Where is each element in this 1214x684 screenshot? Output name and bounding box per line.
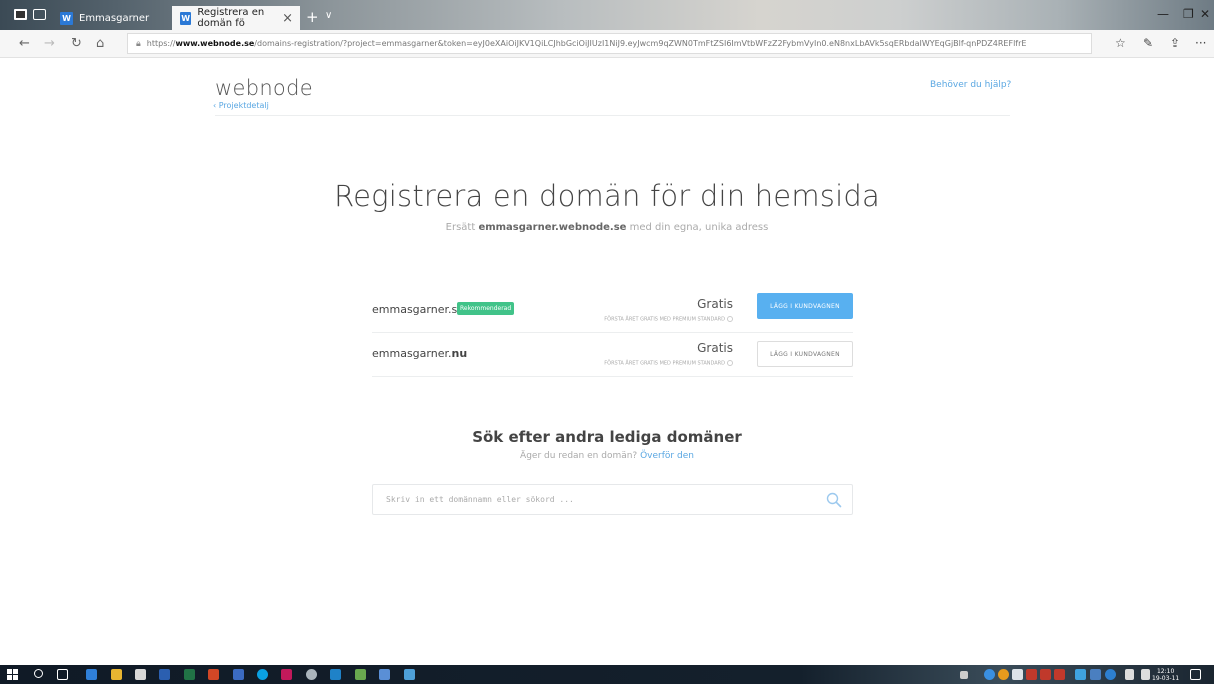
calculator-icon[interactable] <box>379 669 390 680</box>
favorites-star-icon[interactable]: ☆ <box>1115 36 1126 50</box>
clock-time: 12:10 <box>1156 668 1175 675</box>
recommended-badge: Rekommenderad <box>457 302 515 315</box>
tray-app-icon[interactable] <box>998 669 1009 680</box>
chevron-down-icon[interactable]: ∨ <box>325 10 332 21</box>
tab-label: Emmasgarner <box>79 12 150 24</box>
url-domain: www.webnode.se <box>175 39 255 48</box>
url-prefix: https:// <box>146 39 176 48</box>
set-tabs-aside-icon[interactable] <box>33 9 46 20</box>
webnode-favicon-icon: W <box>180 11 192 25</box>
tray-app-icon[interactable] <box>984 669 995 680</box>
help-link[interactable]: Behöver du hjälp? <box>930 80 1011 90</box>
url-path: /domains-registration/?project=emmasgarn… <box>254 39 1027 48</box>
price-note: FÖRSTA ÅRET GRATIS MED PREMIUM STANDARD <box>604 316 733 323</box>
minimize-window-icon[interactable]: — <box>1157 7 1169 21</box>
domain-price: Gratis <box>697 341 733 355</box>
edge-browser-icon[interactable] <box>86 669 97 680</box>
windows-start-icon[interactable] <box>7 669 18 680</box>
home-icon[interactable]: ⌂ <box>96 36 104 51</box>
pen-notes-icon[interactable]: ✎ <box>1143 36 1153 50</box>
notepad-icon[interactable] <box>355 669 366 680</box>
price-note-text: FÖRSTA ÅRET GRATIS MED PREMIUM STANDARD <box>604 360 725 367</box>
maximize-window-icon[interactable]: ❐ <box>1183 7 1194 21</box>
close-window-icon[interactable]: ✕ <box>1200 7 1210 21</box>
powerpoint-icon[interactable] <box>208 669 219 680</box>
search-subtitle: Äger du redan en domän? Överför den <box>0 451 1214 461</box>
domain-search-box <box>372 484 853 515</box>
cloud-icon[interactable] <box>1012 669 1023 680</box>
tray-app-icon[interactable] <box>1075 669 1086 680</box>
search-icon[interactable] <box>826 492 842 508</box>
share-icon[interactable]: ⇪ <box>1170 36 1180 50</box>
action-center-icon[interactable] <box>1190 669 1201 680</box>
tab-registrera-domain[interactable]: W Registrera en domän fö × <box>172 6 300 30</box>
store-icon[interactable] <box>135 669 146 680</box>
price-note-text: FÖRSTA ÅRET GRATIS MED PREMIUM STANDARD <box>604 316 725 323</box>
domain-row: emmasgarner.nu Gratis FÖRSTA ÅRET GRATIS… <box>372 333 853 377</box>
app-icon[interactable] <box>306 669 317 680</box>
tray-app-icon[interactable] <box>1040 669 1051 680</box>
tab-emmasgarner[interactable]: W Emmasgarner <box>52 6 169 30</box>
acrobat-icon[interactable] <box>281 669 292 680</box>
subtitle-text: Ersätt <box>445 222 479 233</box>
info-icon[interactable] <box>727 316 733 322</box>
file-explorer-icon[interactable] <box>111 669 122 680</box>
tab-actions-icon[interactable] <box>14 9 27 20</box>
transfer-domain-link[interactable]: Överför den <box>640 451 694 461</box>
excel-icon[interactable] <box>184 669 195 680</box>
webnode-logo[interactable]: webnode <box>215 76 313 100</box>
back-to-project-link[interactable]: ‹ Projektdetalj <box>213 101 269 110</box>
windows-taskbar: 12:10 19-03-11 <box>0 665 1214 684</box>
close-tab-icon[interactable]: × <box>282 11 293 26</box>
back-icon[interactable]: ← <box>19 36 30 51</box>
volume-icon[interactable] <box>1141 669 1150 680</box>
domain-row: emmasgarner.se Rekommenderad Gratis FÖRS… <box>372 289 853 333</box>
add-to-cart-button[interactable]: LÄGG I KUNDVAGNEN <box>757 293 853 319</box>
more-icon[interactable]: ··· <box>1195 36 1206 50</box>
taskbar-clock[interactable]: 12:10 19-03-11 <box>1152 668 1179 682</box>
address-bar: ← → ↻ ⌂ 🔒︎ https://www.webnode.se/domain… <box>0 30 1214 58</box>
tray-app-icon[interactable] <box>1054 669 1065 680</box>
domain-name-base: emmasgarner. <box>372 347 452 360</box>
media-player-icon[interactable] <box>330 669 341 680</box>
bluetooth-icon[interactable] <box>1105 669 1116 680</box>
info-icon[interactable] <box>727 360 733 366</box>
header-divider <box>215 115 1010 116</box>
browser-tab-strip: W Emmasgarner W Registrera en domän fö ×… <box>0 0 1214 30</box>
domain-price: Gratis <box>697 297 733 311</box>
domain-tld: nu <box>451 347 468 360</box>
domain-name: emmasgarner.nu <box>372 347 467 360</box>
current-domain: emmasgarner.webnode.se <box>478 222 627 233</box>
search-subtitle-text: Äger du redan en domän? <box>520 451 638 461</box>
search-icon[interactable] <box>34 669 43 678</box>
domain-search-input[interactable] <box>373 485 813 514</box>
tray-app-icon[interactable] <box>1090 669 1101 680</box>
price-note: FÖRSTA ÅRET GRATIS MED PREMIUM STANDARD <box>604 360 733 367</box>
forward-icon[interactable]: → <box>44 36 55 51</box>
add-to-cart-button[interactable]: LÄGG I KUNDVAGNEN <box>757 341 853 367</box>
refresh-icon[interactable]: ↻ <box>71 36 82 51</box>
subtitle-text: med din egna, unika adress <box>626 222 769 233</box>
page-title: Registrera en domän för din hemsida <box>334 179 880 213</box>
webnode-favicon-icon: W <box>60 11 73 25</box>
lock-icon: 🔒︎ <box>136 38 141 49</box>
new-tab-icon[interactable]: + <box>306 8 319 26</box>
page-subtitle: Ersätt emmasgarner.webnode.se med din eg… <box>0 222 1214 233</box>
search-heading: Sök efter andra lediga domäner <box>472 428 742 446</box>
photos-icon[interactable] <box>404 669 415 680</box>
url-field[interactable]: 🔒︎ https://www.webnode.se/domains-regist… <box>127 33 1092 54</box>
task-view-icon[interactable] <box>57 669 68 680</box>
clock-date: 19-03-11 <box>1152 675 1180 682</box>
tray-app-icon[interactable] <box>1026 669 1037 680</box>
people-icon[interactable] <box>960 671 968 679</box>
network-icon[interactable] <box>1125 669 1134 680</box>
domain-name: emmasgarner.se <box>372 303 464 316</box>
outlook-icon[interactable] <box>159 669 170 680</box>
skype-icon[interactable] <box>257 669 268 680</box>
mail-icon[interactable] <box>233 669 244 680</box>
